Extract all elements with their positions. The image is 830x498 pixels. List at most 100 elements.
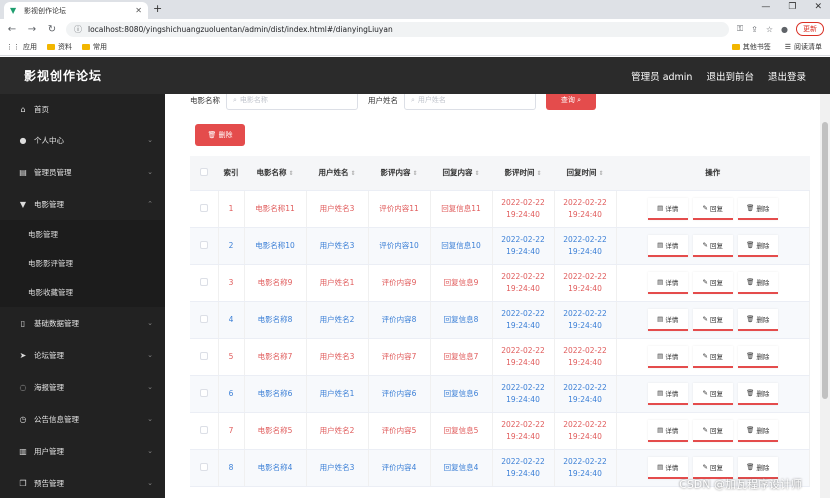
detail-button[interactable]: ▤ 详情 [647,234,688,257]
sidebar-subitem-movie[interactable]: 电影管理 [0,220,165,249]
detail-button[interactable]: ▤ 详情 [647,419,688,442]
close-tab-icon[interactable]: ✕ [135,6,142,15]
chevron-down-icon: ⌄ [147,319,153,327]
detail-button[interactable]: ▤ 详情 [647,308,688,331]
forward-icon[interactable]: → [26,24,38,35]
row-checkbox[interactable] [190,301,219,339]
detail-button[interactable]: ▤ 详情 [647,197,688,220]
sidebar-item-movie[interactable]: ▼ 电影管理 ⌃ [0,188,165,220]
sidebar-item-user[interactable]: ▥ 用户管理 ⌄ [0,435,165,467]
minimize-icon[interactable]: — [761,2,770,12]
row-checkbox[interactable] [190,227,219,265]
back-icon[interactable]: ← [6,24,18,35]
sidebar-subitem-favorite[interactable]: 电影收藏管理 [0,278,165,307]
url-field[interactable]: ⓘ localhost:8080/yingshichuangzuoluentan… [66,21,730,37]
table-row: 4 电影名称8 用户姓名2 评价内容8 回复信息8 2022-02-22 19:24:40 2… [190,301,810,339]
sidebar-item-forum[interactable]: ➤ 论坛管理 ⌄ [0,339,165,371]
document-icon: ▤ [657,277,664,286]
new-tab-icon[interactable]: + [153,2,162,15]
reply-button[interactable]: ✎ 回复 [692,234,733,257]
cell-reply: 回复信息4 [430,449,493,487]
restore-icon[interactable]: ❐ [788,2,796,12]
col-reply[interactable]: 回复内容 ⇕ [430,156,492,191]
col-index: 索引 [218,156,244,191]
cell-movie: 电影名称6 [244,375,307,413]
close-window-icon[interactable]: ✕ [814,2,822,12]
sidebar-item-poster[interactable]: ◌ 海报管理 ⌄ [0,371,165,403]
col-user[interactable]: 用户姓名 ⇕ [306,156,368,191]
row-checkbox[interactable] [190,412,219,450]
other-bookmarks[interactable]: 其他书签 [731,42,771,52]
row-checkbox[interactable] [190,338,219,376]
sort-icon: ⇕ [598,170,604,178]
reload-icon[interactable]: ↻ [46,24,58,35]
sidebar-item-notice[interactable]: ◷ 公告信息管理 ⌄ [0,403,165,435]
update-button[interactable]: 更新 [796,22,824,36]
sidebar: ⌂ 首页 ● 个人中心 ⌄ ▤ 管理员管理 ⌄ ▼ 电影管理 ⌃ 电影管理 电影影评管理 电影… [0,94,165,498]
reply-button[interactable]: ✎ 回复 [692,197,733,220]
detail-button[interactable]: ▤ 详情 [647,345,688,368]
bookmark-folder[interactable]: 资料 [47,42,72,52]
sidebar-item-profile[interactable]: ● 个人中心 ⌄ [0,124,165,156]
share-icon[interactable]: ⇪ [751,25,758,34]
delete-button[interactable]: 🗑 删除 [737,271,778,294]
cell-review: 评价内容9 [368,264,431,302]
reading-list[interactable]: ☰ 阅读清单 [785,42,822,52]
cell-reply-time: 2022-02-22 19:24:40 [554,227,617,265]
reply-button[interactable]: ✎ 回复 [692,419,733,442]
cell-review: 评价内容11 [368,190,431,228]
chevron-down-icon: ⌄ [147,479,153,487]
row-checkbox[interactable] [190,449,219,487]
reply-button[interactable]: ✎ 回复 [692,271,733,294]
row-checkbox[interactable] [190,264,219,302]
col-movie[interactable]: 电影名称 ⇕ [244,156,306,191]
sidebar-item-basic-data[interactable]: ▯ 基础数据管理 ⌄ [0,307,165,339]
col-reply-time[interactable]: 回复时间 ⇕ [554,156,616,191]
delete-button[interactable]: 🗑 删除 [737,308,778,331]
col-review-time[interactable]: 影评时间 ⇕ [492,156,554,191]
reply-button[interactable]: ✎ 回复 [692,308,733,331]
sidebar-item-home[interactable]: ⌂ 首页 [0,94,165,124]
logout-link[interactable]: 退出登录 [768,69,806,83]
url-text: localhost:8080/yingshichuangzuoluentan/a… [88,24,393,34]
edit-icon: ✎ [702,240,708,249]
search-button[interactable]: 查询 ⌕ [546,94,596,110]
delete-button[interactable]: 🗑 删除 [737,234,778,257]
reply-button[interactable]: ✎ 回复 [692,382,733,405]
trash-icon: 🗑 [746,388,755,397]
star-icon[interactable]: ☆ [766,25,773,34]
scrollbar-thumb[interactable] [822,122,828,399]
select-all-checkbox[interactable] [190,156,218,191]
batch-delete-button[interactable]: 🗑 删除 [195,124,245,146]
page-scrollbar[interactable] [820,94,830,498]
sidebar-subitem-review[interactable]: 电影影评管理 [0,249,165,278]
row-checkbox[interactable] [190,190,219,228]
user-name-input[interactable]: ⌕ 用户姓名 [404,94,536,110]
home-icon: ⌂ [20,104,26,114]
detail-button[interactable]: ▤ 详情 [647,271,688,294]
cell-review-time: 2022-02-22 19:24:40 [492,338,555,376]
sidebar-item-trailer[interactable]: ❐ 预告管理 ⌄ [0,467,165,498]
address-bar: ← → ↻ ⓘ localhost:8080/yingshichuangzuol… [0,19,830,39]
info-icon[interactable]: ⓘ [74,24,82,35]
delete-button[interactable]: 🗑 删除 [737,345,778,368]
delete-button[interactable]: 🗑 删除 [737,197,778,220]
chevron-down-icon: ⌄ [147,168,153,176]
browser-tab[interactable]: ▼ 影视创作论坛 ✕ [4,2,148,19]
movie-name-input[interactable]: ⌕ 电影名称 [226,94,358,110]
exit-front-link[interactable]: 退出到前台 [706,69,754,83]
bookmark-folder[interactable]: 常用 [82,42,107,52]
detail-button[interactable]: ▤ 详情 [647,382,688,405]
profile-icon[interactable]: ● [781,25,788,34]
delete-button[interactable]: 🗑 删除 [737,382,778,405]
sidebar-item-admin[interactable]: ▤ 管理员管理 ⌄ [0,156,165,188]
row-checkbox[interactable] [190,375,219,413]
sort-icon: ⇕ [350,170,356,178]
reply-button[interactable]: ✎ 回复 [692,345,733,368]
col-review[interactable]: 影评内容 ⇕ [368,156,430,191]
app-logo: 影视创作论坛 [24,69,103,83]
delete-button[interactable]: 🗑 删除 [737,419,778,442]
apps-bookmark[interactable]: ⋮⋮ 应用 [6,42,37,52]
copy-icon: ❐ [19,478,27,488]
key-icon[interactable]: ⚿ [737,24,743,34]
